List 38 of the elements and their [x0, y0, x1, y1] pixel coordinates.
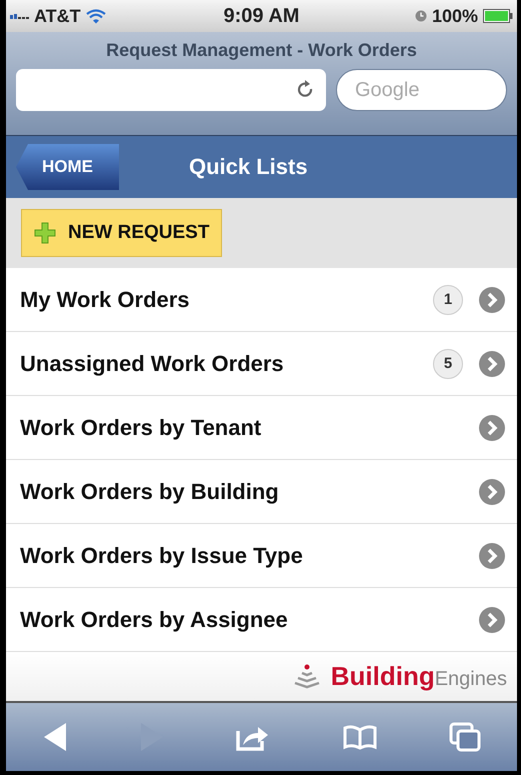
list-item[interactable]: Work Orders by Building	[6, 460, 517, 524]
wifi-icon	[86, 8, 106, 24]
list-item[interactable]: Work Orders by Tenant	[6, 396, 517, 460]
list-item-label: Unassigned Work Orders	[20, 350, 284, 376]
page-title: Request Management - Work Orders	[105, 40, 418, 61]
clock-icon	[414, 10, 427, 22]
list-item-label: Work Orders by Building	[20, 478, 279, 504]
home-button[interactable]: HOME	[16, 144, 119, 190]
clock-time: 9:09 AM	[224, 4, 300, 28]
logo-text: BuildingEngines	[330, 661, 507, 692]
battery-percent: 100%	[432, 6, 478, 26]
pages-icon[interactable]	[449, 722, 482, 752]
battery-icon	[482, 9, 513, 23]
chevron-icon[interactable]	[479, 414, 505, 440]
chevron-icon[interactable]	[479, 606, 505, 632]
count-badge: 1	[433, 284, 463, 314]
list-item[interactable]: Unassigned Work Orders 5	[6, 332, 517, 396]
new-request-button[interactable]: NEW REQUEST	[21, 209, 222, 257]
chevron-icon[interactable]	[479, 286, 505, 312]
back-icon[interactable]	[42, 722, 68, 752]
book-icon[interactable]	[342, 724, 378, 750]
address-field[interactable]	[16, 69, 326, 111]
plus-icon	[34, 222, 56, 244]
nav-title: Quick Lists	[189, 154, 308, 180]
search-field[interactable]: Google	[336, 69, 507, 111]
list-item[interactable]: Work Orders by Issue Type	[6, 524, 517, 588]
list-item-label: Work Orders by Assignee	[20, 606, 288, 632]
list-item[interactable]: My Work Orders 1	[6, 268, 517, 332]
chevron-icon[interactable]	[479, 542, 505, 568]
logo-icon	[292, 664, 321, 690]
count-badge: 5	[433, 348, 463, 378]
carrier-name: AT&T	[34, 6, 81, 26]
chevron-icon[interactable]	[479, 350, 505, 376]
signal-icon	[10, 14, 29, 18]
list-item-label: Work Orders by Tenant	[20, 414, 262, 440]
list-item-label: My Work Orders	[20, 286, 190, 312]
list-item-label: Work Orders by Issue Type	[20, 542, 303, 568]
chevron-icon[interactable]	[479, 478, 505, 504]
